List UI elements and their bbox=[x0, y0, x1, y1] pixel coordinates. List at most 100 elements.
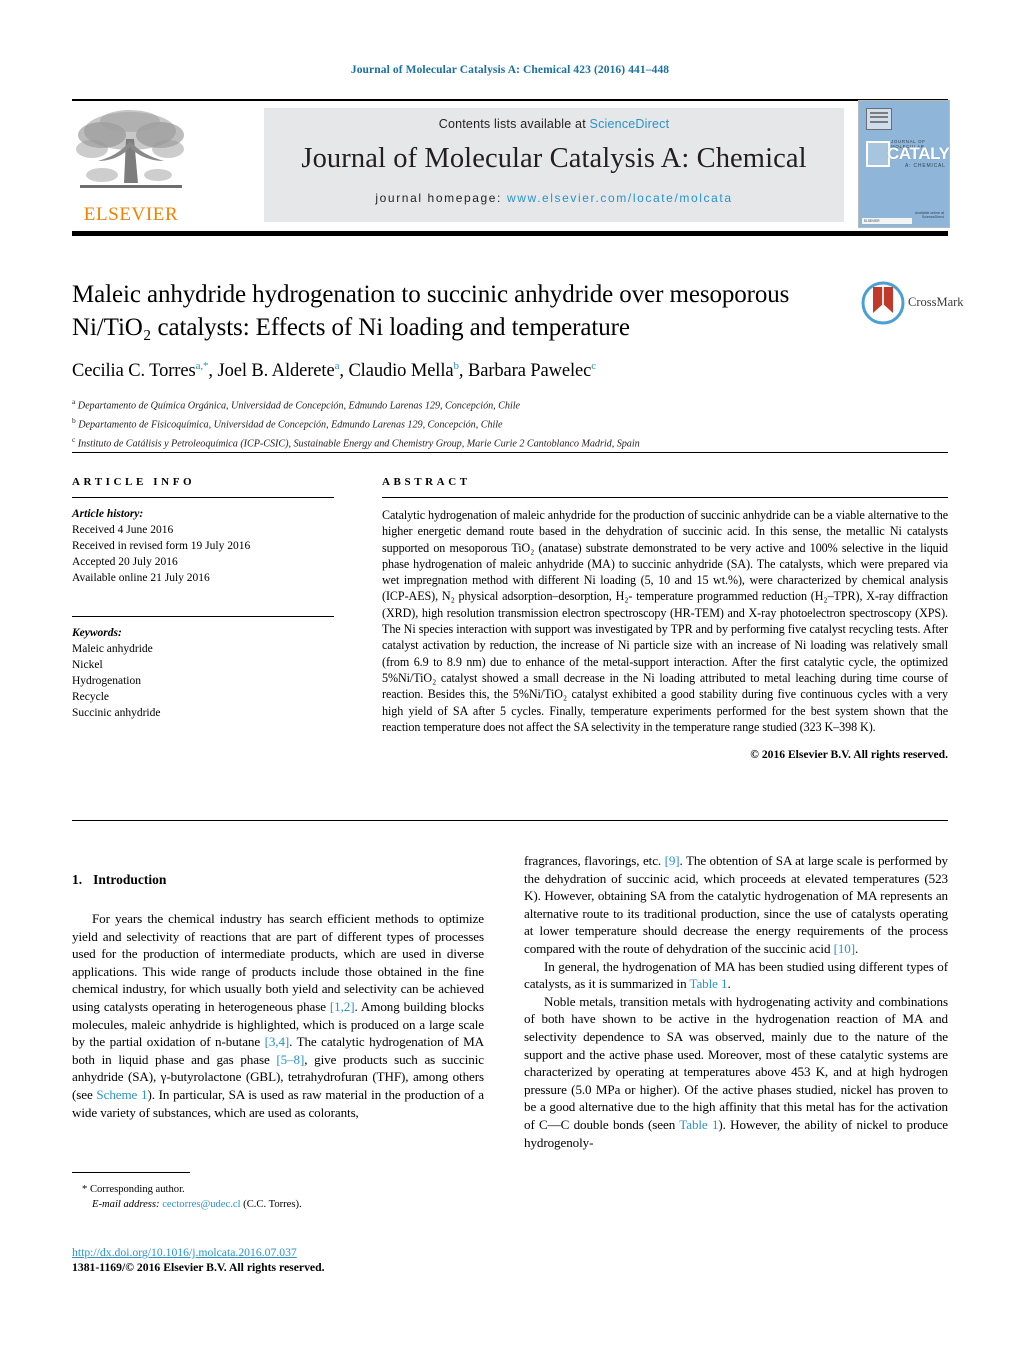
footnote-block: * Corresponding author. E-mail address: … bbox=[72, 1172, 484, 1212]
title-block: Maleic anhydride hydrogenation to succin… bbox=[72, 278, 862, 452]
abstract-text: Catalytic hydrogenation of maleic anhydr… bbox=[382, 508, 948, 734]
section-title: Introduction bbox=[93, 872, 167, 887]
paragraph-text: fragrances, flavorings, etc. bbox=[524, 853, 665, 868]
journal-title: Journal of Molecular Catalysis A: Chemic… bbox=[301, 143, 807, 174]
elsevier-logo: ELSEVIER bbox=[72, 105, 190, 225]
contents-line: Contents lists available at ScienceDirec… bbox=[264, 117, 844, 131]
paragraph-text: Noble metals, transition metals with hyd… bbox=[524, 993, 948, 1132]
article-info-heading: ARTICLE INFO bbox=[72, 476, 196, 488]
table-link[interactable]: Table 1 bbox=[679, 1117, 718, 1132]
crossmark-icon bbox=[861, 281, 905, 325]
article-info-divider bbox=[72, 497, 334, 498]
history-item: Received in revised form 19 July 2016 bbox=[72, 540, 251, 552]
journal-article-first-page: Journal of Molecular Catalysis A: Chemic… bbox=[0, 0, 1020, 1351]
affiliation-item: a Departamento de Química Orgánica, Univ… bbox=[72, 395, 862, 414]
citation-link[interactable]: [3,4] bbox=[265, 1034, 290, 1049]
email-link[interactable]: cectorres@udec.cl bbox=[162, 1199, 240, 1210]
journal-masthead: ELSEVIER Contents lists available at Sci… bbox=[72, 99, 950, 228]
paragraph-text: In general, the hydrogenation of MA has … bbox=[524, 958, 948, 992]
crossmark-label: CrossMark bbox=[908, 295, 964, 309]
affiliation-mark: b bbox=[72, 416, 76, 426]
affiliation-mark: c bbox=[72, 434, 76, 444]
journal-cover-thumbnail: JOURNAL OF MOLECULAR CATALYSIS A: CHEMIC… bbox=[858, 100, 950, 228]
keywords-block: Keywords: Maleic anhydride Nickel Hydrog… bbox=[72, 616, 334, 721]
author-entry[interactable]: Claudio Mellab bbox=[348, 360, 460, 382]
author-entry[interactable]: Barbara Pawelecc bbox=[468, 360, 596, 381]
section-number: 1. bbox=[72, 872, 83, 887]
abstract-heading: ABSTRACT bbox=[382, 476, 471, 488]
paragraph: For years the chemical industry has sear… bbox=[72, 910, 484, 1121]
author-affiliation-mark: b bbox=[453, 360, 460, 372]
keyword-item: Recycle bbox=[72, 691, 110, 703]
affiliation-text: Departamento de Fisicoquímica, Universid… bbox=[78, 419, 503, 431]
affiliation-mark: a bbox=[72, 397, 76, 407]
crossmark-badge[interactable]: CrossMark bbox=[861, 281, 964, 327]
article-history-block: Article history: Received 4 June 2016 Re… bbox=[72, 506, 334, 586]
author-affiliation-mark: a,* bbox=[195, 360, 209, 372]
journal-homepage-link[interactable]: www.elsevier.com/locate/molcata bbox=[507, 191, 733, 205]
cover-corner-box bbox=[866, 108, 892, 130]
journal-homepage-line: journal homepage: www.elsevier.com/locat… bbox=[264, 191, 844, 205]
running-head: Journal of Molecular Catalysis A: Chemic… bbox=[350, 64, 670, 76]
elsevier-tree-icon bbox=[76, 110, 184, 188]
email-note: E-mail address: cectorres@udec.cl (C.C. … bbox=[72, 1197, 484, 1212]
affiliation-text: Instituto de Catálisis y Petroleoquímica… bbox=[77, 438, 640, 450]
doi-link[interactable]: http://dx.doi.org/10.1016/j.molcata.2016… bbox=[72, 1246, 572, 1259]
keyword-item: Nickel bbox=[72, 659, 103, 671]
paragraph: In general, the hydrogenation of MA has … bbox=[524, 958, 948, 993]
footnote-rule bbox=[72, 1172, 190, 1173]
paragraph-text: . bbox=[855, 940, 859, 956]
author-affiliation-mark: a bbox=[334, 360, 340, 372]
cover-main-title: CATALYSIS bbox=[887, 144, 950, 163]
cover-art: JOURNAL OF MOLECULAR CATALYSIS A: CHEMIC… bbox=[859, 101, 949, 227]
citation-link[interactable]: [1,2] bbox=[330, 999, 355, 1014]
citation-link[interactable]: [10] bbox=[834, 941, 856, 956]
affiliation-item: c Instituto de Catálisis y Petroleoquími… bbox=[72, 433, 862, 452]
keywords-label: Keywords: bbox=[72, 627, 122, 639]
keyword-item: Hydrogenation bbox=[72, 675, 141, 687]
corresponding-author-note: * Corresponding author. bbox=[82, 1184, 185, 1195]
homepage-label: journal homepage: bbox=[375, 191, 507, 205]
author-list: Cecilia C. Torresa,*, Joel B. Alderetea,… bbox=[72, 360, 597, 382]
email-suffix: (C.C. Torres). bbox=[243, 1199, 302, 1210]
keywords-divider bbox=[72, 616, 334, 617]
affiliation-item: b Departamento de Fisicoquímica, Univers… bbox=[72, 414, 862, 433]
author-entry[interactable]: Cecilia C. Torresa,* bbox=[72, 360, 209, 382]
author-name: Claudio Mella bbox=[348, 361, 454, 382]
doi-block: http://dx.doi.org/10.1016/j.molcata.2016… bbox=[72, 1246, 572, 1274]
body-column-right: fragrances, flavorings, etc. [9]. The ob… bbox=[524, 852, 948, 1151]
cover-footer-right: Available online at ScienceDirect bbox=[914, 210, 944, 220]
info-top-rule bbox=[72, 452, 948, 453]
article-info-column: ARTICLE INFO Article history: Received 4… bbox=[72, 476, 334, 721]
masthead-top-rule bbox=[72, 99, 948, 101]
affiliation-list: a Departamento de Química Orgánica, Univ… bbox=[72, 395, 862, 452]
issn-copyright-line: 1381-1169/© 2016 Elsevier B.V. All right… bbox=[72, 1261, 325, 1274]
affiliation-text: Departamento de Química Orgánica, Univer… bbox=[77, 400, 520, 412]
history-item: Received 4 June 2016 bbox=[72, 524, 174, 536]
author-name: Cecilia C. Torres bbox=[72, 361, 196, 382]
section-heading-introduction: 1. Introduction bbox=[72, 872, 484, 888]
sciencedirect-link[interactable]: ScienceDirect bbox=[590, 117, 670, 131]
cover-footer-left: ELSEVIER bbox=[862, 218, 912, 224]
author-name: Joel B. Alderete bbox=[217, 361, 335, 382]
paragraph: Noble metals, transition metals with hyd… bbox=[524, 993, 948, 1151]
paragraph-text: . bbox=[727, 976, 731, 992]
paragraph-text: . The obtention of SA at large scale is … bbox=[524, 853, 948, 956]
masthead-bottom-rule bbox=[72, 231, 948, 236]
body-column-left: 1. Introduction For years the chemical in… bbox=[72, 872, 484, 1121]
table-link[interactable]: Table 1 bbox=[689, 976, 727, 991]
paragraph: fragrances, flavorings, etc. [9]. The ob… bbox=[524, 852, 948, 958]
abstract-bottom-rule bbox=[72, 820, 948, 821]
elsevier-wordmark: ELSEVIER bbox=[83, 204, 179, 225]
history-item: Accepted 20 July 2016 bbox=[72, 556, 178, 568]
history-item: Available online 21 July 2016 bbox=[72, 572, 210, 584]
abstract-column: ABSTRACT Catalytic hydrogenation of male… bbox=[382, 476, 948, 761]
citation-link[interactable]: [5–8] bbox=[276, 1052, 304, 1067]
contents-prefix: Contents lists available at bbox=[438, 117, 590, 131]
author-entry[interactable]: Joel B. Alderetea bbox=[217, 360, 340, 382]
page-title: Maleic anhydride hydrogenation to succin… bbox=[72, 281, 790, 341]
abstract-copyright: © 2016 Elsevier B.V. All rights reserved… bbox=[750, 748, 948, 762]
scheme-link[interactable]: Scheme 1 bbox=[96, 1087, 147, 1102]
citation-link[interactable]: [9] bbox=[665, 853, 680, 868]
journal-banner: Contents lists available at ScienceDirec… bbox=[264, 108, 844, 222]
